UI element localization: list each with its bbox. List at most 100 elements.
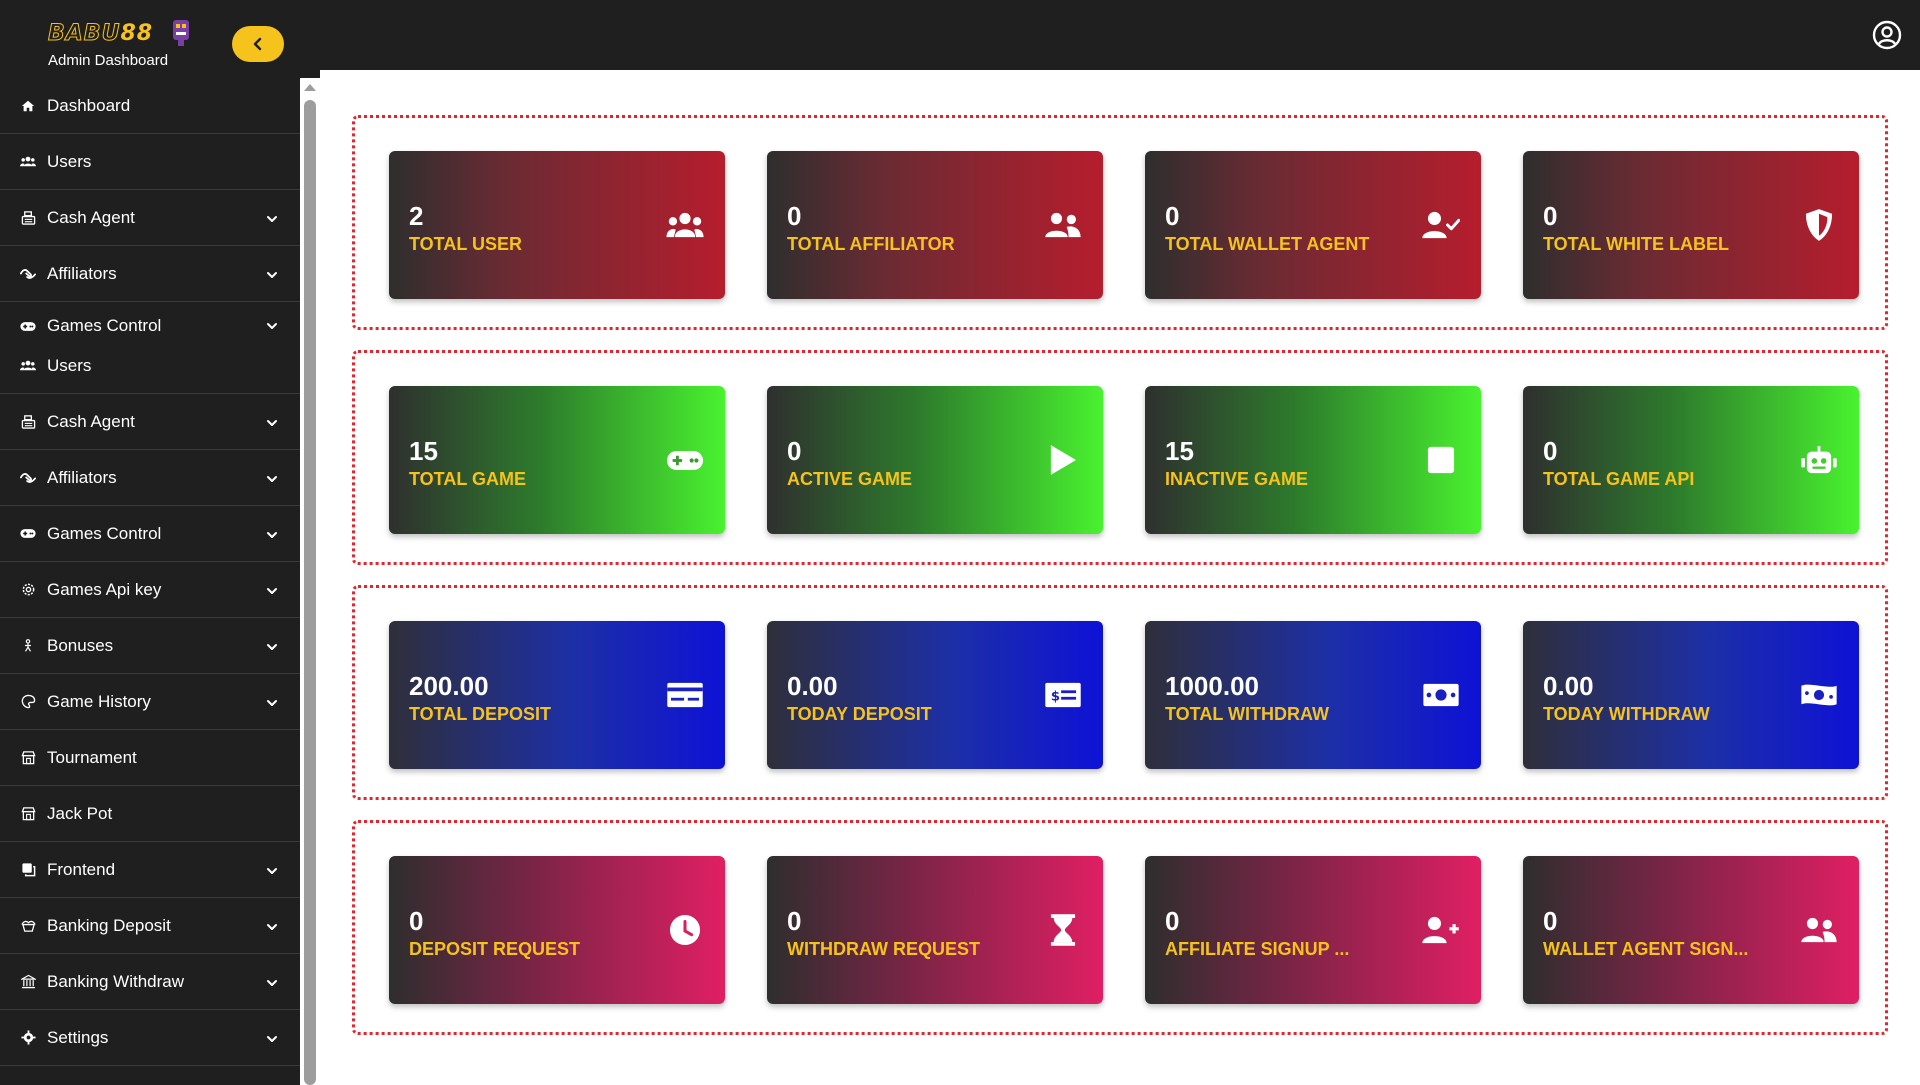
users-icon <box>20 358 36 374</box>
stat-card-total-wallet-agent[interactable]: 0 TOTAL WALLET AGENT <box>1145 151 1481 299</box>
sidebar-item-bonuses[interactable]: Bonuses <box>0 618 300 674</box>
stat-card-total-deposit[interactable]: 200.00 TOTAL DEPOSIT <box>389 621 725 769</box>
user-check-icon <box>1421 207 1461 243</box>
handshake-icon <box>20 470 36 486</box>
stat-value: 2 <box>409 201 424 231</box>
home-icon <box>20 98 36 114</box>
sidebar-item-users[interactable]: Users <box>0 134 300 190</box>
stat-value: 0 <box>1543 201 1558 231</box>
sidebar-item-users[interactable]: Users <box>0 338 300 394</box>
store-icon <box>20 806 36 822</box>
sidebar-item-games-api-key[interactable]: Games Api key <box>0 562 300 618</box>
scrollbar-thumb[interactable] <box>304 100 316 1085</box>
sidebar-item-label: Games Api key <box>47 579 162 599</box>
stats-group-blue: 200.00 TOTAL DEPOSIT 0.00 TODAY DEPOSIT $100… <box>352 585 1888 800</box>
logo[interactable]: BABU88 <box>47 20 153 48</box>
stat-card-inactive-game[interactable]: 15 INACTIVE GAME <box>1145 386 1481 534</box>
sidebar-item-label: Frontend <box>47 859 116 879</box>
stat-value: 0 <box>409 906 424 936</box>
sidebar: BABU88 Admin Dashboard Dashboard Users Cas… <box>0 0 320 1085</box>
stat-card-total-withdraw[interactable]: 1000.00 TOTAL WITHDRAW <box>1145 621 1481 769</box>
stat-card-today-deposit[interactable]: 0.00 TODAY DEPOSIT $ <box>767 621 1103 769</box>
sidebar-item-games-control[interactable]: Games Control <box>0 506 300 562</box>
stat-label: TOTAL GAME API <box>1543 469 1695 489</box>
stat-card-withdraw-request[interactable]: 0 WITHDRAW REQUEST <box>767 856 1103 1004</box>
sidebar-item-jack-pot[interactable]: Jack Pot <box>0 786 300 842</box>
stat-value: 0 <box>787 906 802 936</box>
chevron-down-icon <box>266 696 278 708</box>
sidebar-item-label: Users <box>47 355 92 375</box>
cash-register-icon <box>20 210 36 226</box>
user-account-icon[interactable] <box>1872 20 1902 50</box>
stat-label: WITHDRAW REQUEST <box>787 939 980 959</box>
sidebar-menu[interactable]: Dashboard Users Cash Agent Affiliators Games… <box>0 78 300 1085</box>
stop-icon <box>1421 442 1461 478</box>
gift-icon <box>20 918 36 934</box>
stat-value: 0 <box>1543 436 1558 466</box>
sidebar-item-dashboard[interactable]: Dashboard <box>0 78 300 134</box>
sidebar-item-affiliators[interactable]: Affiliators <box>0 246 300 302</box>
sidebar-item-label: Games Control <box>47 316 162 335</box>
sidebar-item-cash-agent[interactable]: Cash Agent <box>0 190 300 246</box>
stat-label: TODAY DEPOSIT <box>787 704 932 724</box>
chevron-down-icon <box>266 472 278 484</box>
stat-value: 200.00 <box>409 671 489 701</box>
sidebar-item-game-history[interactable]: Game History <box>0 674 300 730</box>
stat-card-total-user[interactable]: 2 TOTAL USER <box>389 151 725 299</box>
stat-card-total-game-api[interactable]: 0 TOTAL GAME API <box>1523 386 1859 534</box>
play-icon <box>1043 442 1083 478</box>
stat-label: TOTAL AFFILIATOR <box>787 234 955 254</box>
sidebar-item-label: Tournament <box>47 747 137 767</box>
sidebar-item-label: Banking Deposit <box>47 915 171 935</box>
stat-value: 0 <box>1165 201 1180 231</box>
stat-card-total-white-label[interactable]: 0 TOTAL WHITE LABEL <box>1523 151 1859 299</box>
stat-card-total-game[interactable]: 15 TOTAL GAME <box>389 386 725 534</box>
robot-icon <box>1799 442 1839 478</box>
gamepad-icon <box>20 526 36 542</box>
stat-label: TOTAL DEPOSIT <box>409 704 552 724</box>
stats-group-red: 2 TOTAL USER 0 TOTAL AFFILIATOR 0 TOTAL WALLE… <box>352 115 1888 330</box>
chevron-down-icon <box>266 1032 278 1044</box>
sidebar-item-cash-agent[interactable]: Cash Agent <box>0 394 300 450</box>
copy-icon <box>20 862 36 878</box>
stat-value: 0 <box>787 436 802 466</box>
money-bill-icon <box>1421 677 1461 713</box>
money-check-icon: $ <box>1043 677 1083 713</box>
sidebar-item-tournament[interactable]: Tournament <box>0 730 300 786</box>
stat-label: TOTAL WALLET AGENT <box>1165 234 1370 254</box>
stat-card-today-withdraw[interactable]: 0.00 TODAY WITHDRAW <box>1523 621 1859 769</box>
stat-value: 15 <box>409 436 438 466</box>
sidebar-item-label: Cash Agent <box>47 411 135 431</box>
sidebar-item-games-control[interactable]: Games Control <box>0 302 300 339</box>
sidebar-item-label: Banking Withdraw <box>47 971 185 991</box>
stat-value: 0 <box>1543 906 1558 936</box>
clock-icon <box>665 912 705 948</box>
sidebar-item-frontend[interactable]: Frontend <box>0 842 300 898</box>
svg-text:$: $ <box>1051 690 1060 705</box>
stat-label: WALLET AGENT SIGN... <box>1543 939 1749 959</box>
shield-icon <box>1799 207 1839 243</box>
user-friends-icon <box>1043 207 1083 243</box>
sidebar-item-banking-deposit[interactable]: Banking Deposit <box>0 898 300 954</box>
sidebar-item-settings[interactable]: Settings <box>0 1010 300 1066</box>
stat-label: TOTAL WHITE LABEL <box>1543 234 1729 254</box>
scroll-up-arrow[interactable] <box>304 84 316 91</box>
sidebar-item-banking-withdraw[interactable]: Banking Withdraw <box>0 954 300 1010</box>
sidebar-item-label: Dashboard <box>47 95 131 115</box>
sidebar-item-label: Affiliators <box>47 263 117 283</box>
chevron-down-icon <box>266 864 278 876</box>
sidebar-item-affiliators[interactable]: Affiliators <box>0 450 300 506</box>
stat-value: 0 <box>1165 906 1180 936</box>
stat-card-wallet-agent-sign[interactable]: 0 WALLET AGENT SIGN... <box>1523 856 1859 1004</box>
stat-card-total-affiliator[interactable]: 0 TOTAL AFFILIATOR <box>767 151 1103 299</box>
collapse-sidebar-button[interactable] <box>232 26 284 62</box>
stat-card-deposit-request[interactable]: 0 DEPOSIT REQUEST <box>389 856 725 1004</box>
chevron-down-icon <box>266 976 278 988</box>
handshake-icon <box>20 266 36 282</box>
stat-card-active-game[interactable]: 0 ACTIVE GAME <box>767 386 1103 534</box>
stat-label: TODAY WITHDRAW <box>1543 704 1710 724</box>
stat-card-affiliate-signup[interactable]: 0 AFFILIATE SIGNUP ... <box>1145 856 1481 1004</box>
stat-label: DEPOSIT REQUEST <box>409 939 581 959</box>
gear-icon <box>20 1030 36 1046</box>
sidebar-item-label: Affiliators <box>47 467 117 487</box>
